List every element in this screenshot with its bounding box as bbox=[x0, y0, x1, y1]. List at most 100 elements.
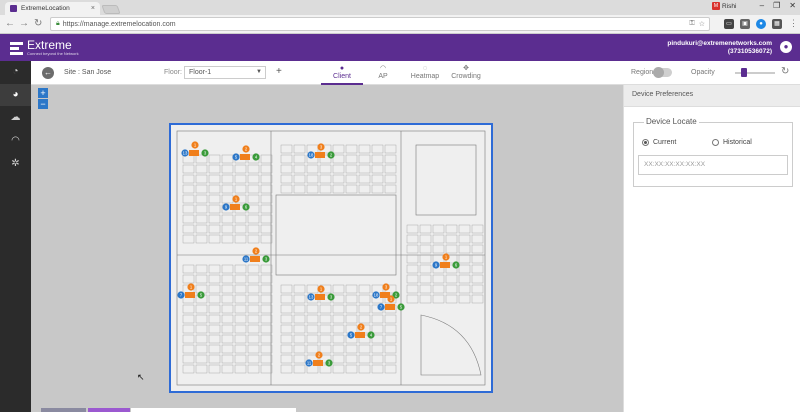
tab-crowding[interactable]: ✥ Crowding bbox=[445, 64, 487, 85]
desk-cell bbox=[247, 174, 260, 184]
client-cluster-marker[interactable]: 1123 bbox=[305, 351, 333, 367]
zoom-out-button[interactable]: − bbox=[38, 99, 48, 109]
floor-select[interactable]: Floor-1 ▼ bbox=[184, 66, 266, 79]
desk-cell bbox=[221, 364, 234, 374]
desk-cell bbox=[432, 284, 445, 294]
desk-cell bbox=[406, 274, 419, 284]
desk-cell bbox=[306, 164, 319, 174]
client-cluster-marker[interactable]: 524 bbox=[232, 145, 260, 161]
desk-cell bbox=[182, 304, 195, 314]
wifi-icon: ◠ bbox=[379, 65, 387, 72]
bookmark-star-icon[interactable]: ☆ bbox=[699, 20, 705, 28]
desk-cell bbox=[306, 284, 319, 294]
desk-cell bbox=[280, 334, 293, 344]
desk-cell bbox=[280, 154, 293, 164]
desk-cell bbox=[319, 314, 332, 324]
tab-crowding-label: Crowding bbox=[451, 73, 481, 80]
extension-grid-icon[interactable]: ▦ bbox=[772, 19, 782, 29]
desk-cell bbox=[208, 174, 221, 184]
extension-blue-icon[interactable]: ● bbox=[756, 19, 766, 29]
floor-plan[interactable]: 13 1 3 5 2 4 18 3 2 9 1 6 11 2 3 7 1 5 13 1 3 5 2 4 18 3 2 9 1 6 11 2 3 7… bbox=[169, 123, 493, 393]
client-cluster-marker[interactable]: 1313 bbox=[181, 141, 209, 157]
desk-cell bbox=[182, 334, 195, 344]
desk-cell bbox=[332, 354, 345, 364]
desk-cell bbox=[182, 354, 195, 364]
desk-cell bbox=[195, 224, 208, 234]
browser-tab-strip: ExtremeLocation × M Rishi – ❐ ✕ bbox=[0, 0, 800, 15]
left-sidebar: ◔ ◕ ☁ ◠ ✲ bbox=[0, 61, 31, 412]
client-cluster-marker[interactable]: 1832 bbox=[307, 143, 335, 159]
marker-count-label: 11 bbox=[244, 257, 249, 262]
extreme-logo[interactable]: Extreme Connect beyond the Network bbox=[10, 38, 79, 56]
desk-cell bbox=[358, 354, 371, 364]
desk-cell bbox=[195, 184, 208, 194]
region-toggle[interactable] bbox=[653, 67, 672, 78]
browser-tab[interactable]: ExtremeLocation × bbox=[5, 2, 100, 15]
forward-arrow-icon[interactable]: → bbox=[19, 18, 29, 29]
tab-close-icon[interactable]: × bbox=[91, 5, 95, 12]
location-map-icon[interactable]: ◕ bbox=[0, 84, 31, 106]
url-input[interactable]: 🔒︎ https://manage.extremelocation.com ⚿ … bbox=[50, 17, 710, 31]
desk-cell bbox=[445, 274, 458, 284]
browser-profile[interactable]: M Rishi bbox=[712, 2, 736, 10]
close-window-button[interactable]: ✕ bbox=[789, 1, 796, 10]
reload-icon[interactable]: ↻ bbox=[34, 18, 42, 29]
minimize-button[interactable]: – bbox=[760, 1, 764, 10]
new-tab-button[interactable] bbox=[101, 5, 121, 14]
desk-cell bbox=[195, 334, 208, 344]
desk-cell bbox=[371, 184, 384, 194]
bottom-tab-1[interactable] bbox=[41, 408, 86, 412]
desk-cell bbox=[247, 184, 260, 194]
cloud-icon[interactable]: ☁ bbox=[0, 107, 31, 129]
desk-cell bbox=[345, 294, 358, 304]
back-arrow-icon[interactable]: ← bbox=[5, 18, 15, 29]
user-avatar-icon[interactable]: ● bbox=[780, 41, 792, 53]
extension-cast-icon[interactable]: ▭ bbox=[724, 19, 734, 29]
dashboard-icon[interactable]: ◔ bbox=[0, 61, 31, 83]
maximize-button[interactable]: ❐ bbox=[773, 1, 780, 10]
desk-cell bbox=[208, 204, 221, 214]
tab-heatmap[interactable]: ◌ Heatmap bbox=[404, 64, 446, 85]
opacity-slider-handle[interactable] bbox=[741, 68, 747, 77]
back-button[interactable]: ← bbox=[42, 67, 54, 79]
desk-cell bbox=[319, 184, 332, 194]
desk-cell bbox=[419, 284, 432, 294]
tab-heatmap-label: Heatmap bbox=[410, 73, 440, 80]
desk-cell bbox=[221, 154, 234, 164]
radio-current[interactable]: Current bbox=[642, 139, 676, 146]
brand-name: Extreme bbox=[27, 38, 72, 52]
tab-client[interactable]: ● Client bbox=[321, 64, 363, 85]
client-cluster-marker[interactable]: 1832 bbox=[372, 283, 400, 299]
client-cluster-marker[interactable]: 524 bbox=[347, 323, 375, 339]
desk-cell bbox=[345, 354, 358, 364]
opacity-slider[interactable] bbox=[735, 68, 775, 77]
desk-cell bbox=[419, 254, 432, 264]
desk-cell bbox=[458, 274, 471, 284]
floor-value: Floor-1 bbox=[189, 69, 212, 76]
desk-cell bbox=[280, 344, 293, 354]
desk-cell bbox=[293, 304, 306, 314]
wireless-icon[interactable]: ◠ bbox=[0, 130, 31, 152]
mac-address-input[interactable]: XX:XX:XX:XX:XX:XX bbox=[638, 155, 788, 175]
extension-window-icon[interactable]: ▣ bbox=[740, 19, 750, 29]
settings-gear-icon[interactable]: ✲ bbox=[0, 153, 31, 175]
map-canvas[interactable]: + − 13 1 3 5 2 4 18 3 2 9 1 6 11 2 3 7 1 5 13 1 3 5 2 4 18 3 2 9 1 6 1… bbox=[31, 85, 623, 412]
desk-cell bbox=[195, 364, 208, 374]
add-floor-button[interactable]: + bbox=[276, 66, 282, 77]
bottom-tab-2[interactable] bbox=[88, 408, 130, 412]
client-cluster-marker[interactable]: 715 bbox=[177, 283, 205, 299]
desk-cell bbox=[280, 174, 293, 184]
desk-cell bbox=[260, 304, 273, 314]
refresh-icon[interactable]: ↻ bbox=[781, 66, 789, 77]
zoom-in-button[interactable]: + bbox=[38, 88, 48, 98]
desk-cell bbox=[306, 334, 319, 344]
desk-cell bbox=[345, 364, 358, 374]
tab-ap[interactable]: ◠ AP bbox=[362, 64, 404, 85]
radio-historical[interactable]: Historical bbox=[712, 139, 752, 146]
desk-cell bbox=[247, 164, 260, 174]
browser-menu-icon[interactable]: ⋮ bbox=[789, 18, 798, 29]
heatmap-icon: ◌ bbox=[422, 65, 428, 72]
key-icon[interactable]: ⚿ bbox=[689, 20, 694, 28]
desk-cell bbox=[260, 174, 273, 184]
bottom-tab-3[interactable] bbox=[131, 408, 296, 412]
